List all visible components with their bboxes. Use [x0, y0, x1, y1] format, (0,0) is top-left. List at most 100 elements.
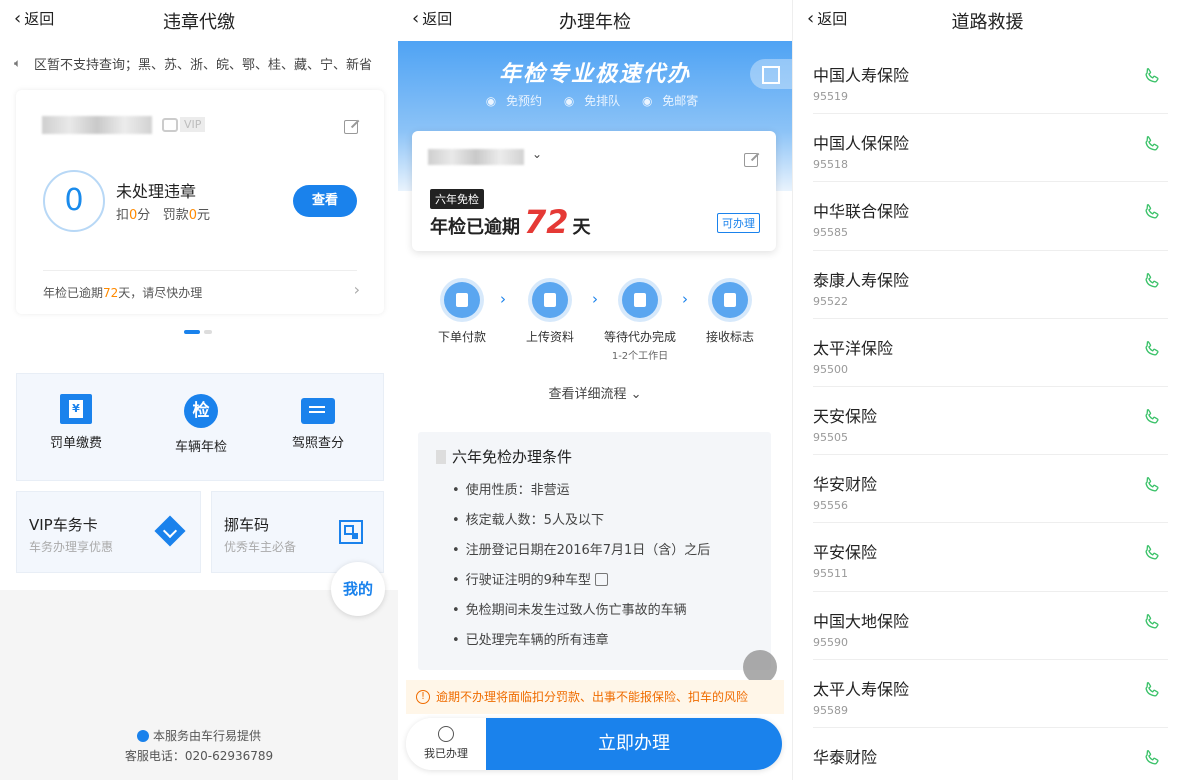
service-label: 驾照查分	[291, 436, 344, 451]
insurer-name: 太平人寿保险	[813, 679, 910, 699]
expand-icon[interactable]	[594, 573, 608, 586]
vehicle-card[interactable]: VIP 0 未处理违章 扣0分 罚款0元 查看 年检已逾期72天，请尽快办理 ›	[16, 90, 384, 314]
service-annual-inspection[interactable]: 检 车辆年检	[156, 394, 246, 455]
insurer-phone: 95500	[813, 362, 848, 376]
condition-item[interactable]: 行驶证注明的9种车型	[452, 570, 710, 600]
view-detail-process-link[interactable]: 查看详细流程 ⌄	[398, 383, 792, 402]
insurer-row[interactable]: 中华联合保险 95585	[813, 182, 1168, 251]
insurer-name: 中国人寿保险	[813, 66, 910, 85]
chevron-down-icon[interactable]: ⌄	[532, 147, 542, 161]
condition-item: 注册登记日期在2016年7月1日（含）之后	[452, 540, 711, 570]
tile-subtitle: 车务办理享优惠	[29, 540, 114, 554]
check-circle-icon	[438, 726, 454, 742]
carousel-dot-active	[184, 330, 200, 334]
edit-icon[interactable]	[344, 120, 358, 134]
bill-icon: ¥	[60, 394, 92, 424]
stamp-icon	[622, 282, 658, 318]
speaker-icon: 🔈︎	[14, 55, 22, 70]
condition-item: 核定载人数：5人及以下	[452, 510, 710, 540]
nav-bar: ‹ 返回 违章代缴	[0, 0, 398, 40]
insurer-phone: 95590	[813, 635, 848, 649]
chevron-down-icon: ⌄	[630, 387, 642, 402]
carousel-dots	[184, 330, 212, 334]
conditions-title: 六年免检办理条件	[436, 446, 572, 467]
phone-call-icon[interactable]	[1142, 271, 1162, 291]
bookmark-icon	[436, 449, 446, 464]
fine-prefix: 罚款	[162, 208, 189, 223]
phone-call-icon[interactable]	[1142, 612, 1162, 632]
edit-icon[interactable]	[744, 153, 758, 167]
carousel-dot	[204, 330, 212, 334]
provider-text: 本服务由车行易提供	[152, 729, 261, 743]
already-handled-button[interactable]: 我已办理	[406, 718, 486, 770]
service-hotline[interactable]: 客服电话：020-62936789	[0, 747, 398, 764]
step-item: 下单付款	[422, 282, 502, 345]
action-bar: 我已办理 立即办理	[406, 718, 782, 770]
step-sublabel: 1-2个工作日	[611, 351, 669, 362]
info-icon: !	[416, 690, 430, 704]
page-title: 办理年检	[559, 12, 631, 33]
vip-heart-icon	[162, 117, 178, 132]
phone-call-icon[interactable]	[1142, 134, 1162, 154]
provider-note: 本服务由车行易提供	[0, 727, 398, 744]
fine-unit: 元	[197, 208, 211, 223]
phone-call-icon[interactable]	[1142, 202, 1162, 222]
fine-amount: 0	[188, 208, 198, 223]
service-label: 罚单缴费	[49, 436, 102, 451]
service-grid: ¥ 罚单缴费 检 车辆年检 驾照查分	[16, 373, 384, 481]
insurer-row[interactable]: 中国人保保险 95518	[813, 114, 1168, 183]
banner-perks: ◉ 免预约 ◉ 免排队 ◉ 免邮寄	[398, 92, 792, 109]
chevron-right-icon: ›	[592, 290, 598, 308]
customer-service-icon[interactable]	[743, 650, 777, 684]
insurer-name: 华泰财险	[813, 747, 878, 767]
insurer-phone: 95589	[813, 703, 848, 717]
insurer-name: 华安财险	[813, 475, 878, 495]
conditions-list: 使用性质：非营运 核定载人数：5人及以下 注册登记日期在2016年7月1日（含）…	[452, 480, 711, 660]
insurer-row[interactable]: 华安财险 95556	[813, 455, 1168, 524]
phone-call-icon[interactable]	[1142, 543, 1162, 563]
insurer-row[interactable]: 华泰财险	[813, 728, 1168, 780]
phone-call-icon[interactable]	[1142, 748, 1162, 768]
violation-payment-screen: ‹ 返回 违章代缴 🔈︎ 区暂不支持查询；黑、苏、浙、皖、鄂、桂、藏、宁、新省 …	[0, 0, 398, 780]
inspection-overdue-line[interactable]: 年检已逾期72天，请尽快办理	[43, 284, 202, 301]
scan-button[interactable]	[750, 59, 792, 89]
step-label: 下单付款	[437, 330, 486, 344]
overdue-prefix: 年检已逾期	[43, 286, 104, 300]
service-label: 车辆年检	[174, 440, 227, 455]
step-item: 接收标志	[690, 282, 770, 345]
insurer-row[interactable]: 太平人寿保险 95589	[813, 660, 1168, 728]
insurer-row[interactable]: 中国人寿保险 95519	[813, 46, 1168, 115]
nav-bar: ‹ 返回 办理年检	[398, 0, 792, 40]
phone-call-icon[interactable]	[1142, 475, 1162, 495]
plate-number-blurred	[42, 116, 152, 134]
perk-item: ◉ 免邮寄	[641, 94, 699, 108]
deduct-prefix: 扣	[116, 208, 130, 223]
phone-call-icon[interactable]	[1142, 680, 1162, 700]
risk-warning: ! 逾期不办理将面临扣分罚款、出事不能报保险、扣车的风险	[406, 680, 784, 714]
notice-marquee: 🔈︎ 区暂不支持查询；黑、苏、浙、皖、鄂、桂、藏、宁、新省	[14, 52, 388, 74]
insurer-phone: 95511	[813, 567, 848, 581]
nav-bar: ‹ 返回 道路救援	[793, 0, 1182, 40]
vip-card-tile[interactable]: VIP车务卡 车务办理享优惠	[16, 491, 201, 573]
phone-call-icon[interactable]	[1142, 66, 1162, 86]
handle-now-button[interactable]: 立即办理	[486, 718, 782, 770]
phone-call-icon[interactable]	[1142, 407, 1162, 427]
insurer-row[interactable]: 天安保险 95505	[813, 387, 1168, 456]
my-floating-button[interactable]: 我的	[331, 562, 385, 616]
insurer-row[interactable]: 泰康人寿保险 95522	[813, 251, 1168, 319]
handled-label: 我已办理	[424, 747, 468, 760]
service-ticket-payment[interactable]: ¥ 罚单缴费	[31, 394, 121, 451]
deduct-unit: 分	[137, 208, 151, 223]
phone-call-icon[interactable]	[1142, 339, 1162, 359]
vip-badge: VIP	[162, 117, 206, 132]
perk-item: ◉ 免排队	[563, 94, 621, 108]
insurer-name: 平安保险	[813, 543, 878, 563]
service-license-points[interactable]: 驾照查分	[273, 394, 363, 451]
view-button[interactable]: 查看	[293, 185, 357, 217]
insurer-row[interactable]: 中国大地保险 95590	[813, 592, 1168, 660]
annual-inspection-screen: ‹ 返回 办理年检 年检专业极速代办 ◉ 免预约 ◉ 免排队 ◉ 免邮寄 ⌄ 六…	[398, 0, 792, 780]
move-car-code-tile[interactable]: 挪车码 优秀车主必备	[211, 491, 384, 573]
insurer-row[interactable]: 平安保险 95511	[813, 523, 1168, 592]
unhandled-label: 未处理违章	[116, 182, 197, 201]
insurer-row[interactable]: 太平洋保险 95500	[813, 319, 1168, 387]
